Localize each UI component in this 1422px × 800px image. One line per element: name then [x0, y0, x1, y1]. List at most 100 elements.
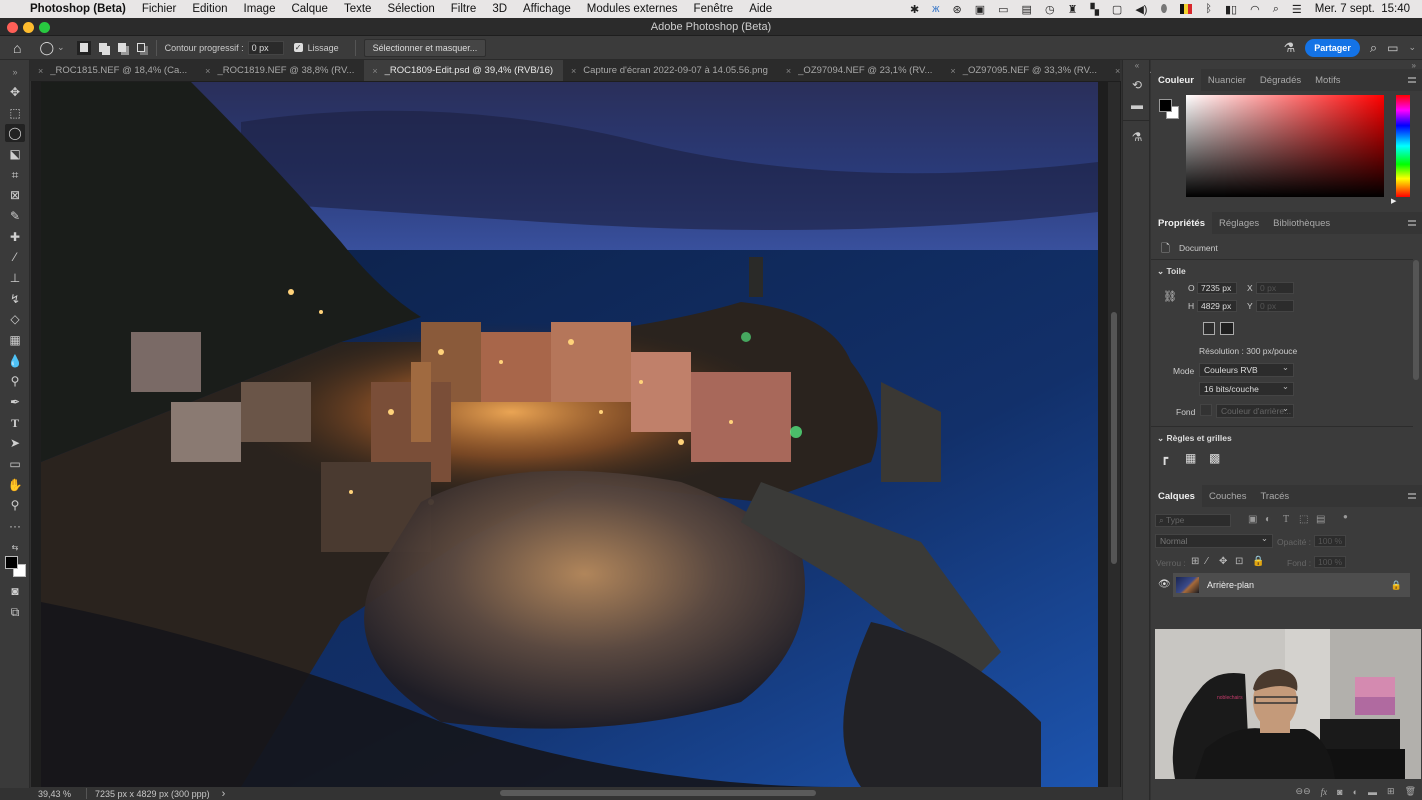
close-tab-icon[interactable]: ×: [1115, 66, 1120, 76]
doc-tab[interactable]: × _ROC1815.NEF @ 18,4% (Ca...: [30, 60, 197, 81]
select-and-mask-button[interactable]: Sélectionner et masquer...: [363, 38, 487, 57]
foreground-color-swatch[interactable]: [1159, 99, 1172, 112]
camera-icon[interactable]: ▣: [975, 3, 985, 16]
opacity-input[interactable]: 100 %: [1314, 535, 1346, 547]
tab-traces[interactable]: Tracés: [1253, 485, 1296, 507]
lasso-tool-icon[interactable]: ◯: [5, 124, 25, 142]
move-tool-icon[interactable]: ✥: [5, 83, 25, 101]
creative-cloud-icon[interactable]: ⊛: [953, 3, 962, 16]
filter-smart-object-icon[interactable]: ▤: [1316, 514, 1325, 525]
tab-nuancier[interactable]: Nuancier: [1201, 69, 1253, 91]
screen-icon[interactable]: ▭: [998, 3, 1008, 16]
search-icon[interactable]: ⌕: [1370, 40, 1377, 56]
menu-fenetre[interactable]: Fenêtre: [694, 3, 734, 15]
doc-tab[interactable]: × Capture d'écran 2022-09-07 à 14.05.56.p…: [563, 60, 778, 81]
tab-couches[interactable]: Couches: [1202, 485, 1254, 507]
y-input[interactable]: 0 px: [1256, 300, 1294, 312]
tab-degrades[interactable]: Dégradés: [1253, 69, 1308, 91]
tab-motifs[interactable]: Motifs: [1308, 69, 1347, 91]
menu-calque[interactable]: Calque: [291, 3, 327, 15]
layer-visibility-eye-icon[interactable]: 👁: [1158, 579, 1171, 590]
height-input[interactable]: 4829 px: [1197, 300, 1237, 312]
object-select-tool-icon[interactable]: ⬕: [5, 145, 25, 163]
volume-icon[interactable]: ◀): [1135, 3, 1147, 16]
control-center-icon[interactable]: ☰: [1292, 3, 1302, 16]
menu-selection[interactable]: Sélection: [387, 3, 434, 15]
filter-type-icon[interactable]: T: [1283, 514, 1289, 525]
hue-slider[interactable]: [1396, 95, 1410, 197]
add-selection-icon[interactable]: [96, 41, 110, 55]
vertical-scrollbar[interactable]: [1108, 82, 1120, 787]
blend-mode-select[interactable]: Normal: [1155, 532, 1273, 548]
brush-tool-icon[interactable]: ⁄: [5, 248, 25, 266]
tab-couleur[interactable]: Couleur: [1151, 69, 1201, 91]
home-icon[interactable]: ⌂: [13, 40, 21, 56]
hand-tool-icon[interactable]: ✋: [5, 476, 25, 494]
beta-labs-panel-icon[interactable]: ⚗: [1129, 130, 1145, 146]
close-tab-icon[interactable]: ×: [571, 66, 576, 76]
portrait-orientation-icon[interactable]: [1203, 322, 1215, 335]
fill-select[interactable]: Couleur d'arrière...: [1216, 402, 1294, 418]
zoom-tool-icon[interactable]: ⚲: [5, 496, 25, 514]
color-mode-select[interactable]: Couleurs RVB: [1199, 361, 1294, 377]
subtract-selection-icon[interactable]: [115, 41, 129, 55]
layer-style-fx-icon[interactable]: fx: [1321, 787, 1328, 797]
new-group-icon[interactable]: ▬: [1368, 787, 1377, 797]
zoom-level[interactable]: 39,43 %: [38, 789, 86, 799]
panel-menu-icon[interactable]: [1408, 220, 1416, 226]
doc-tab[interactable]: × _OZ97095.NEF @ 33,3% (RV...: [942, 60, 1107, 81]
chevron-down-icon[interactable]: ⌄: [57, 42, 65, 53]
history-brush-tool-icon[interactable]: ↯: [5, 290, 25, 308]
filter-shape-icon[interactable]: ⬚: [1299, 514, 1308, 525]
beta-labs-icon[interactable]: ⚗: [1284, 40, 1296, 56]
hue-slider-handle[interactable]: ▶: [1391, 197, 1396, 205]
rulers-icon[interactable]: ┏: [1161, 451, 1168, 465]
panel-menu-icon[interactable]: [1408, 77, 1416, 83]
menu-app-name[interactable]: Photoshop (Beta): [30, 3, 126, 15]
close-window-button[interactable]: [7, 22, 18, 33]
marquee-tool-icon[interactable]: ⬚: [5, 104, 25, 122]
new-selection-icon[interactable]: [76, 40, 91, 55]
chevron-down-icon[interactable]: ⌄: [1408, 42, 1416, 53]
grid-icon[interactable]: ▦: [1185, 451, 1196, 465]
shield-icon[interactable]: ⬮: [1160, 3, 1167, 16]
link-dimensions-icon[interactable]: ⛓: [1163, 290, 1177, 303]
horizontal-scroll-thumb[interactable]: [500, 790, 816, 796]
zoom-window-button[interactable]: [39, 22, 50, 33]
new-layer-icon[interactable]: ⊞: [1387, 786, 1395, 797]
filter-toggle-icon[interactable]: ●: [1343, 512, 1348, 521]
tab-bibliotheques[interactable]: Bibliothèques: [1266, 212, 1337, 234]
doc-tab-active[interactable]: × _ROC1809-Edit.psd @ 39,4% (RVB/16): [364, 60, 564, 81]
delete-layer-icon[interactable]: 🗑: [1405, 786, 1416, 797]
fill-input[interactable]: 100 %: [1314, 556, 1346, 568]
guides-icon[interactable]: ▩: [1209, 451, 1220, 465]
close-tab-icon[interactable]: ×: [372, 66, 377, 76]
eyedropper-tool-icon[interactable]: ✎: [5, 207, 25, 225]
lock-position-icon[interactable]: ✥: [1219, 556, 1227, 567]
bluetooth-icon[interactable]: ᛒ: [1205, 3, 1212, 15]
crop-tool-icon[interactable]: ⌗: [5, 166, 25, 184]
workspace-icon[interactable]: ▭: [1387, 41, 1398, 55]
landscape-orientation-icon[interactable]: [1220, 322, 1234, 335]
vertical-scroll-thumb[interactable]: [1111, 312, 1117, 564]
history-panel-icon[interactable]: ⟲: [1129, 78, 1145, 94]
layer-lock-icon[interactable]: 🔒: [1391, 580, 1402, 591]
menu-image[interactable]: Image: [244, 3, 276, 15]
share-button[interactable]: Partager: [1305, 38, 1360, 57]
layer-filter-select[interactable]: ⌕ Type: [1155, 514, 1231, 527]
blur-tool-icon[interactable]: 💧: [5, 352, 25, 370]
menu-3d[interactable]: 3D: [492, 3, 507, 15]
quick-mask-icon[interactable]: ◙: [5, 582, 25, 600]
app-icon[interactable]: ▚: [1090, 3, 1098, 16]
more-tools-icon[interactable]: ···: [5, 517, 25, 535]
adjustment-layer-icon[interactable]: ◐: [1353, 787, 1358, 797]
layer-name[interactable]: Arrière-plan: [1207, 580, 1254, 590]
lasso-preset-icon[interactable]: ◯: [39, 40, 54, 56]
dropbox-icon[interactable]: ✱: [910, 3, 919, 16]
menu-fichier[interactable]: Fichier: [142, 3, 177, 15]
pen-tool-icon[interactable]: ✒: [5, 393, 25, 411]
feather-input[interactable]: 0 px: [247, 40, 284, 55]
layer-row[interactable]: Arrière-plan 🔒: [1173, 573, 1410, 597]
add-mask-icon[interactable]: ◙: [1337, 787, 1342, 797]
time-machine-icon[interactable]: ◷: [1045, 3, 1055, 16]
